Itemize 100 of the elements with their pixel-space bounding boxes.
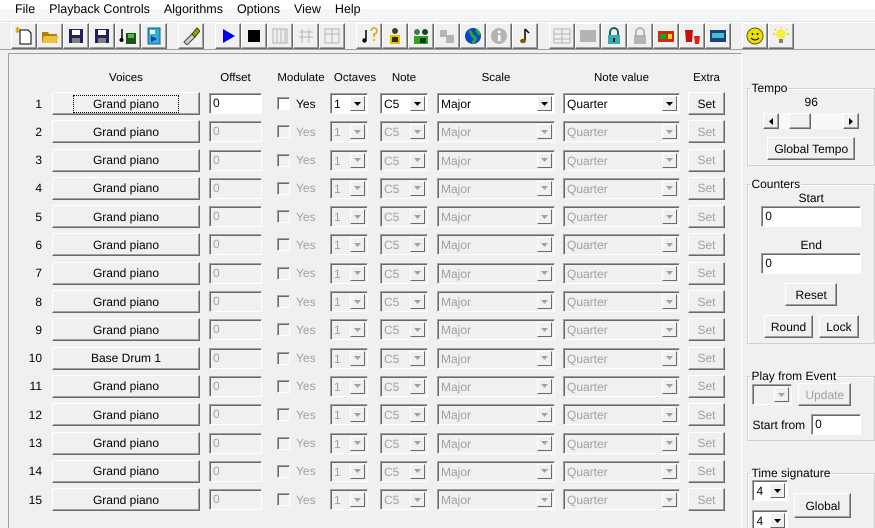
- row-number: 11: [28, 379, 42, 394]
- set-button[interactable]: Set: [688, 92, 725, 115]
- toolbar-button[interactable]: [241, 23, 267, 49]
- toolbar-button[interactable]: [115, 23, 141, 49]
- caret-icon: [414, 356, 421, 360]
- caret-icon: [666, 271, 673, 276]
- caret-icon: [354, 469, 361, 474]
- caret-icon: [354, 130, 361, 134]
- cups-icon: [683, 27, 701, 45]
- offset-field[interactable]: 0: [209, 93, 262, 114]
- toolbar-button[interactable]: [178, 23, 204, 49]
- toolbar-button[interactable]: [601, 23, 627, 49]
- caret-icon: [354, 102, 361, 106]
- toolbar-button[interactable]: [742, 23, 768, 49]
- document-icon: [145, 27, 163, 45]
- slider-thumb[interactable]: [788, 113, 811, 129]
- caret-icon: [354, 186, 361, 190]
- caret-icon: [666, 186, 673, 190]
- column-header: Octaves: [332, 72, 378, 84]
- end-field[interactable]: 0: [761, 253, 862, 274]
- caret-icon: [541, 498, 548, 502]
- toolbar-button[interactable]: [356, 23, 382, 49]
- blocks-icon: [438, 27, 456, 45]
- caret-icon: [666, 158, 673, 162]
- reset-button[interactable]: Reset: [785, 283, 838, 306]
- menu-item[interactable]: Options: [230, 0, 288, 18]
- toolbar-button[interactable]: [11, 23, 37, 49]
- checkbox-label: Yes: [296, 492, 316, 507]
- checkbox-label: Yes: [296, 351, 316, 366]
- caret-icon: [666, 384, 673, 388]
- round-button[interactable]: Round: [764, 315, 814, 338]
- row-number: 10: [28, 351, 42, 366]
- toolbar-button[interactable]: [382, 23, 408, 49]
- group-title: Time signature: [750, 466, 832, 480]
- caret-icon: [541, 441, 548, 446]
- stop-icon: [245, 27, 263, 45]
- note-value-dropdown[interactable]: Quarter: [563, 93, 680, 114]
- global-tempo-button[interactable]: Global Tempo: [767, 137, 856, 160]
- menu-item[interactable]: Algorithms: [156, 0, 230, 18]
- toolbar-button[interactable]: [89, 23, 115, 49]
- caret-icon: [414, 130, 421, 134]
- grid-icon: [297, 27, 315, 45]
- toolbar-button[interactable]: [63, 23, 89, 49]
- caret-icon: [414, 242, 421, 247]
- tempo-value: 96: [804, 95, 818, 110]
- tempo-slider[interactable]: [763, 113, 860, 129]
- checkbox-label: Yes: [296, 408, 316, 422]
- row-number: 9: [34, 322, 42, 337]
- row-number: 6: [34, 238, 42, 252]
- numerator-dropdown[interactable]: 4: [752, 480, 788, 501]
- menu-item[interactable]: View: [287, 0, 328, 18]
- caret-icon: [774, 488, 782, 492]
- checkbox-label: Yes: [296, 181, 316, 196]
- new-file-icon: [15, 27, 33, 45]
- note-question-icon: [360, 27, 378, 45]
- menu-item[interactable]: Playback Controls: [42, 0, 157, 18]
- toolbar-button[interactable]: [408, 23, 434, 49]
- menu-item[interactable]: Help: [328, 0, 368, 18]
- toolbar-button[interactable]: [512, 23, 538, 49]
- row-number: 1: [34, 96, 42, 110]
- caret-icon: [414, 102, 421, 106]
- caret-icon: [354, 384, 361, 388]
- grid-icon: [271, 27, 289, 45]
- start-from-field[interactable]: 0: [811, 414, 862, 435]
- caret-icon: [666, 412, 673, 417]
- caret-icon: [778, 392, 786, 396]
- grid-icon: [323, 27, 341, 45]
- voice-button[interactable]: Grand piano: [52, 92, 200, 115]
- row-number: 8: [34, 294, 42, 309]
- row-number: 15: [28, 492, 42, 507]
- menu-item[interactable]: File: [8, 0, 42, 18]
- checkbox[interactable]: [277, 97, 290, 110]
- caret-icon: [354, 356, 361, 360]
- caret-icon: [666, 242, 673, 247]
- caret-icon: [666, 102, 673, 106]
- octave-dropdown[interactable]: 1: [330, 93, 368, 114]
- caret-icon: [774, 518, 782, 522]
- caret-icon: [666, 356, 673, 360]
- toolbar-button[interactable]: [705, 23, 731, 49]
- globe-icon: [464, 27, 482, 45]
- caret-icon: [414, 412, 421, 417]
- toolbar-button[interactable]: [679, 23, 705, 49]
- note-dropdown[interactable]: C5: [380, 93, 428, 114]
- column-header: Offset: [219, 72, 252, 84]
- caret-icon: [354, 328, 361, 332]
- toolbar-button[interactable]: [460, 23, 486, 49]
- lock-button[interactable]: Lock: [819, 315, 859, 338]
- global-button[interactable]: Global: [794, 493, 852, 518]
- checkbox-label: Yes: [296, 238, 316, 252]
- scale-dropdown[interactable]: Major: [437, 93, 555, 114]
- start-field[interactable]: 0: [761, 206, 862, 227]
- info-icon: [490, 27, 508, 45]
- row-number: 14: [28, 464, 42, 478]
- checkbox-label: Yes: [296, 294, 316, 309]
- caret-icon: [354, 158, 361, 162]
- denominator-dropdown[interactable]: 4: [752, 510, 788, 528]
- toolbar-button[interactable]: [141, 23, 167, 49]
- caret-icon: [666, 498, 673, 502]
- caret-icon: [541, 412, 548, 417]
- toolbar-button[interactable]: [215, 23, 241, 49]
